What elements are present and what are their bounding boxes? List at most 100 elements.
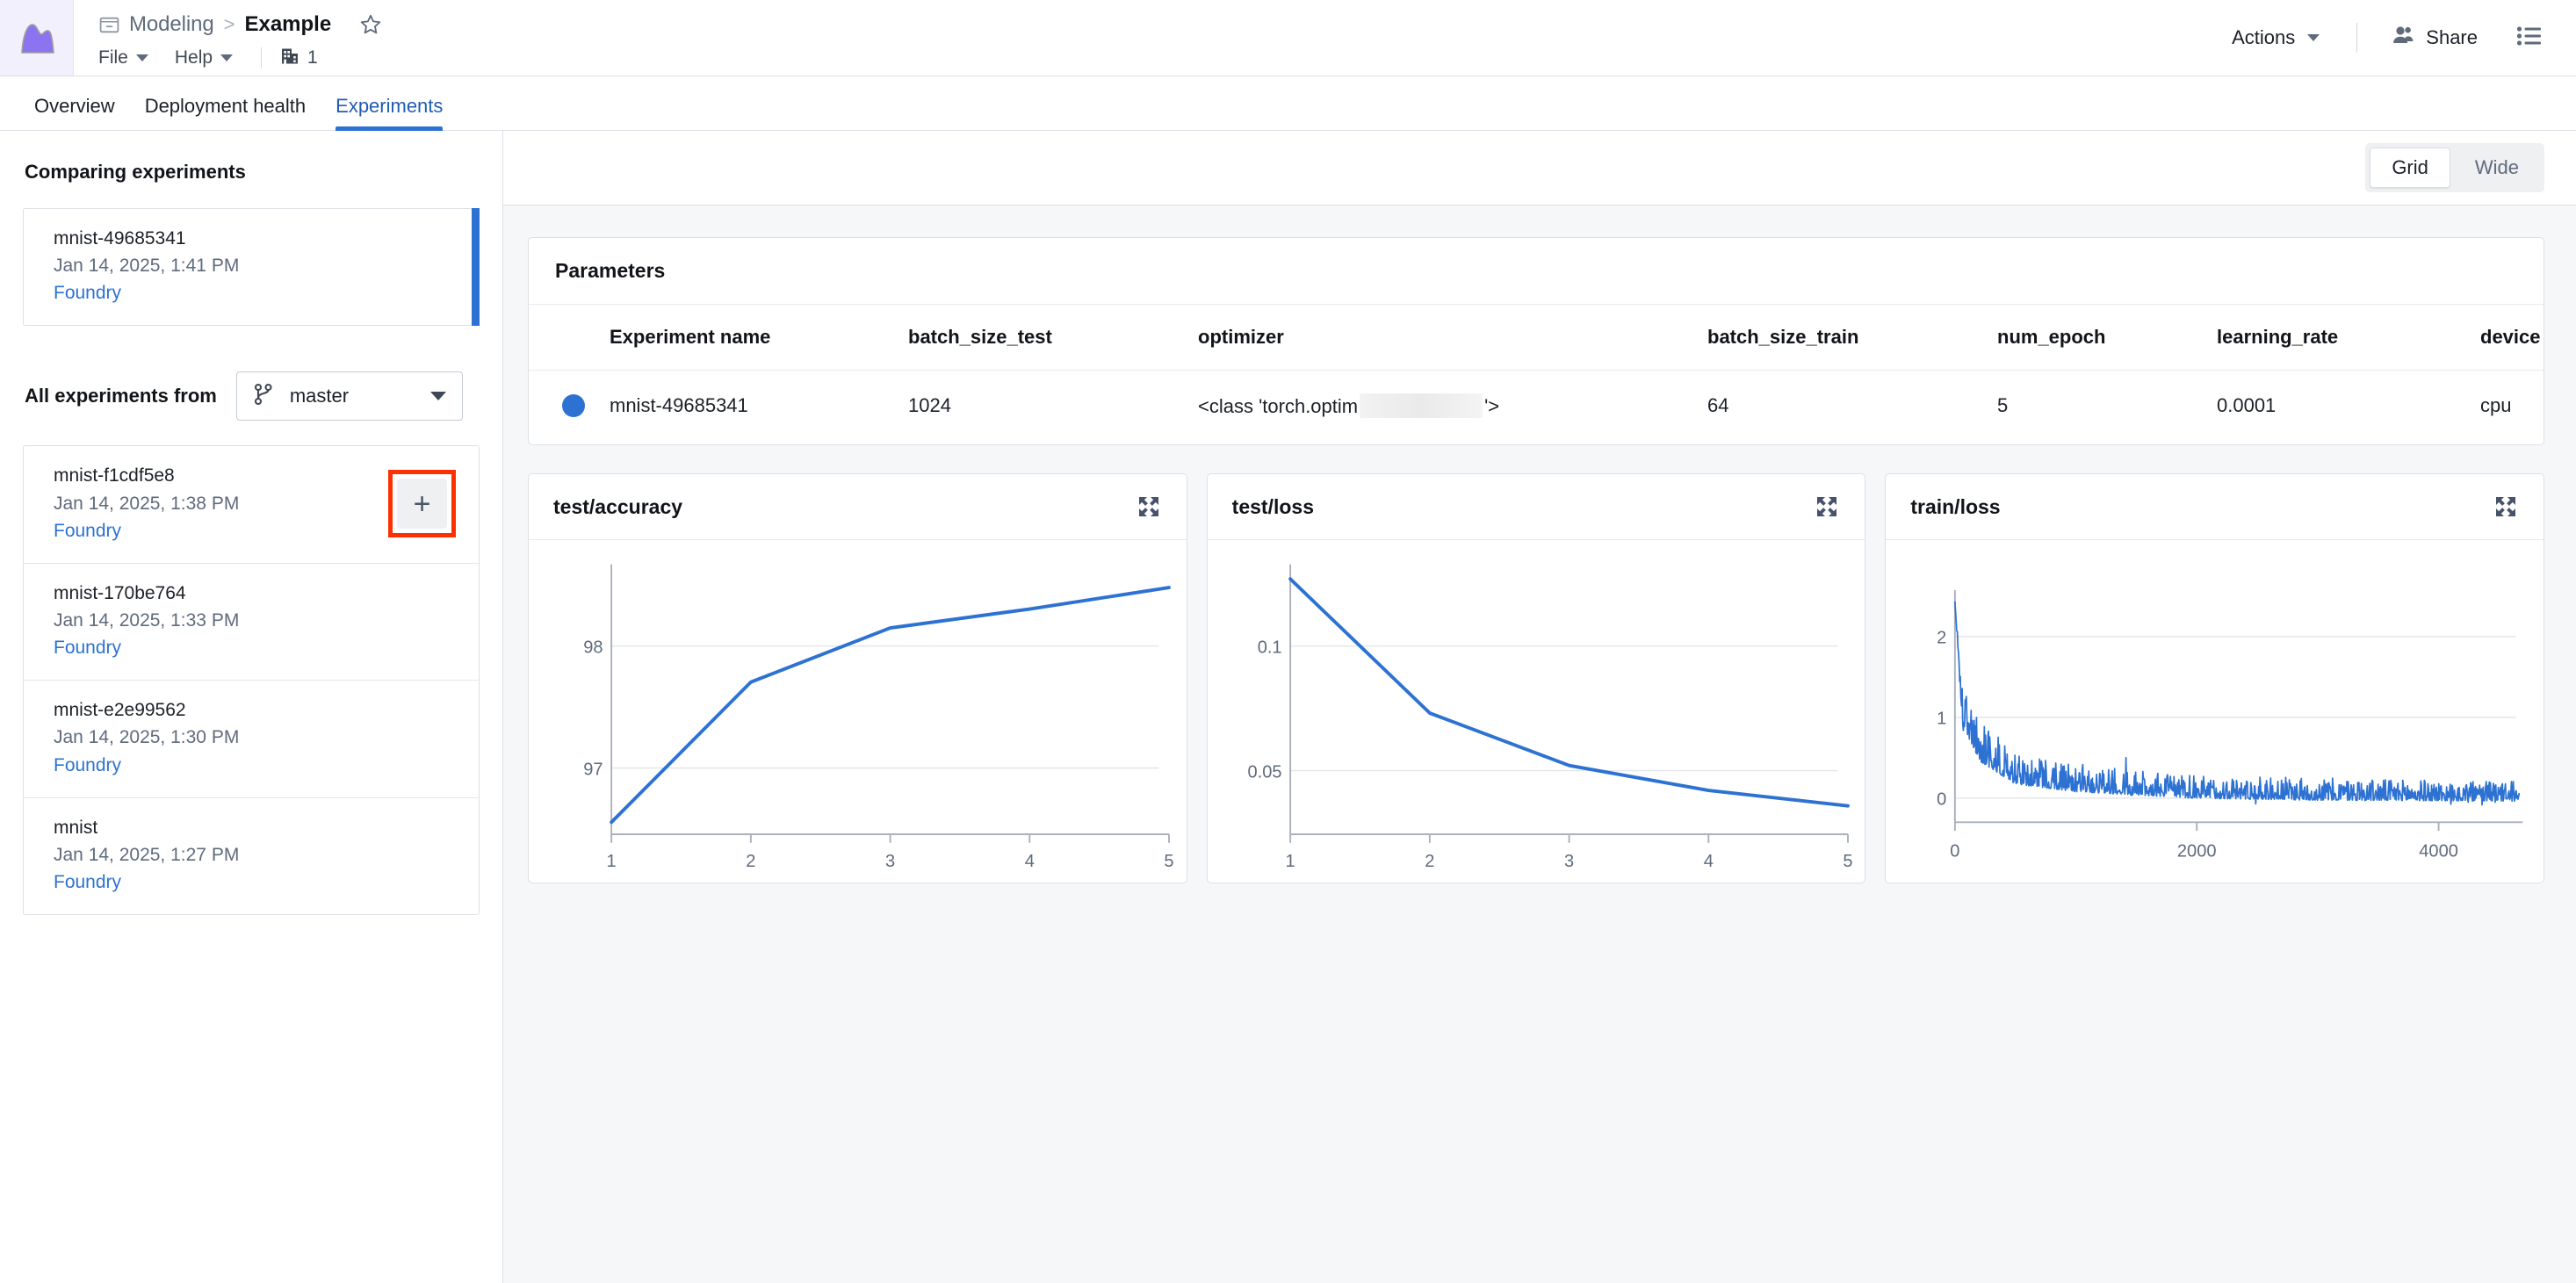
experiment-source-link[interactable]: Foundry: [54, 283, 239, 304]
chart-card-test-loss: test/loss 0.1 0.05 1 2 3 4 5: [1206, 473, 1866, 883]
expand-icon[interactable]: [1134, 492, 1164, 522]
column-header-learning-rate[interactable]: learning_rate: [2217, 305, 2480, 371]
svg-text:2: 2: [746, 852, 755, 871]
row-color-dot-cell: [529, 371, 610, 445]
column-header-batch-size-train[interactable]: batch_size_train: [1707, 305, 1997, 371]
tab-deployment-health[interactable]: Deployment health: [130, 97, 321, 130]
mountain-chart-logo-icon: [17, 20, 57, 55]
svg-text:1: 1: [607, 852, 617, 871]
experiment-source-link[interactable]: Foundry: [54, 872, 239, 893]
expand-icon[interactable]: [2491, 492, 2521, 522]
experiment-source-link[interactable]: Foundry: [54, 755, 239, 776]
cell-num-epoch: 5: [1997, 394, 2009, 416]
main-toolbar: Grid Wide: [503, 131, 2576, 205]
toolbar-divider: [2356, 23, 2358, 53]
experiment-source-link[interactable]: Foundry: [54, 521, 239, 542]
svg-text:0.05: 0.05: [1247, 762, 1281, 782]
main-panel: Grid Wide Parameters Experiment name bat…: [503, 131, 2576, 1283]
branch-select[interactable]: master: [235, 371, 463, 422]
breadcrumb-parent-link[interactable]: Modeling: [129, 12, 214, 37]
add-experiment-button[interactable]: +: [397, 479, 447, 530]
tab-experiments[interactable]: Experiments: [321, 97, 458, 131]
svg-text:0: 0: [1951, 841, 1960, 861]
share-button[interactable]: Share: [2382, 17, 2486, 59]
chevron-down-icon: [429, 392, 446, 401]
optimizer-suffix: '>: [1484, 395, 1500, 417]
cell-learning-rate: 0.0001: [2217, 394, 2277, 416]
all-experiments-label: All experiments from: [25, 385, 217, 407]
cell-device: cpu: [2480, 394, 2512, 416]
view-mode-toggle: Grid Wide: [2365, 143, 2544, 192]
experiment-date: Jan 14, 2025, 1:41 PM: [54, 256, 240, 277]
breadcrumb: Modeling > Example File Help 1: [74, 0, 382, 76]
list-item[interactable]: mnist-e2e99562 Jan 14, 2025, 1:30 PM Fou…: [24, 680, 479, 796]
experiment-date: Jan 14, 2025, 1:30 PM: [54, 727, 240, 748]
svg-text:0.1: 0.1: [1257, 638, 1281, 657]
experiment-date: Jan 14, 2025, 1:38 PM: [54, 493, 240, 514]
people-icon: [2391, 24, 2415, 52]
column-header-experiment-name[interactable]: Experiment name: [610, 305, 908, 371]
chart-title: test/accuracy: [553, 494, 683, 518]
experiment-name: mnist: [54, 817, 98, 838]
experiment-date: Jan 14, 2025, 1:33 PM: [54, 609, 240, 631]
chevron-down-icon: [220, 54, 234, 61]
top-bar-actions: Actions Share: [2219, 0, 2576, 76]
actions-button[interactable]: Actions: [2219, 18, 2332, 58]
cell-batch-size-train: 64: [1707, 394, 1729, 416]
menu-file[interactable]: File: [98, 46, 159, 70]
experiments-sidebar: Comparing experiments mnist-49685341 Jan…: [0, 131, 503, 1283]
org-indicator[interactable]: 1: [279, 46, 318, 71]
share-button-label: Share: [2426, 26, 2478, 48]
star-icon[interactable]: [359, 13, 382, 36]
chart-card-train-loss: train/loss 2 1 0 0 2000 4000: [1885, 473, 2545, 883]
svg-text:1: 1: [1285, 852, 1295, 871]
chevron-down-icon: [135, 54, 148, 61]
expand-icon[interactable]: [1812, 492, 1842, 522]
app-logo[interactable]: [0, 0, 74, 76]
list-item[interactable]: mnist Jan 14, 2025, 1:27 PM Foundry: [24, 796, 479, 914]
parameters-title: Parameters: [529, 238, 2544, 305]
list-item[interactable]: mnist-170be764 Jan 14, 2025, 1:33 PM Fou…: [24, 562, 479, 680]
optimizer-prefix: <class 'torch.optim: [1198, 395, 1359, 417]
top-bar: Modeling > Example File Help 1 Actions S…: [0, 0, 2576, 76]
table-row[interactable]: mnist-49685341 1024 <class 'torch.optim '…: [529, 371, 2544, 445]
building-icon: [279, 46, 300, 71]
breadcrumb-separator: >: [223, 13, 235, 35]
svg-text:4: 4: [1025, 852, 1035, 871]
svg-text:97: 97: [583, 760, 603, 779]
svg-text:1: 1: [1937, 710, 1946, 729]
column-header-num-epoch[interactable]: num_epoch: [1997, 305, 2217, 371]
svg-text:3: 3: [1564, 852, 1574, 871]
tab-overview[interactable]: Overview: [19, 97, 130, 130]
view-mode-wide[interactable]: Wide: [2454, 148, 2540, 187]
svg-text:4000: 4000: [2420, 841, 2459, 861]
view-mode-grid[interactable]: Grid: [2370, 148, 2450, 188]
page-title: Example: [244, 12, 332, 36]
folder-icon: [98, 14, 120, 36]
column-header-device[interactable]: device: [2480, 305, 2544, 371]
comparing-experiments-heading: Comparing experiments: [25, 161, 246, 183]
svg-text:0: 0: [1937, 790, 1946, 810]
cell-optimizer: <class 'torch.optim '>: [1198, 371, 1707, 445]
chart-plot-test-loss: 0.1 0.05 1 2 3 4 5: [1208, 540, 1865, 883]
menu-help[interactable]: Help: [175, 46, 243, 70]
redacted-value: [1360, 393, 1483, 418]
chevron-down-icon: [2307, 34, 2320, 41]
experiment-source-link[interactable]: Foundry: [54, 638, 239, 659]
experiment-date: Jan 14, 2025, 1:27 PM: [54, 844, 240, 865]
table-header-row: Experiment name batch_size_test optimize…: [529, 305, 2544, 371]
list-item[interactable]: mnist-49685341 Jan 14, 2025, 1:41 PM Fou…: [24, 208, 480, 327]
column-header-optimizer[interactable]: optimizer: [1198, 305, 1707, 371]
cell-experiment-name: mnist-49685341: [610, 394, 748, 416]
branch-select-value: master: [289, 385, 350, 407]
chart-plot-train-loss: 2 1 0 0 2000 4000: [1886, 540, 2544, 883]
actions-button-label: Actions: [2232, 26, 2296, 48]
list-item[interactable]: mnist-f1cdf5e8 Jan 14, 2025, 1:38 PM Fou…: [24, 446, 479, 562]
column-header-batch-size-test[interactable]: batch_size_test: [908, 305, 1198, 371]
parameters-card: Parameters Experiment name batch_size_te…: [528, 237, 2544, 445]
experiment-name: mnist-e2e99562: [54, 700, 186, 721]
svg-text:2: 2: [1937, 628, 1946, 647]
svg-text:2: 2: [1425, 852, 1434, 871]
menu-divider: [261, 47, 263, 68]
list-detail-icon[interactable]: [2509, 18, 2550, 59]
